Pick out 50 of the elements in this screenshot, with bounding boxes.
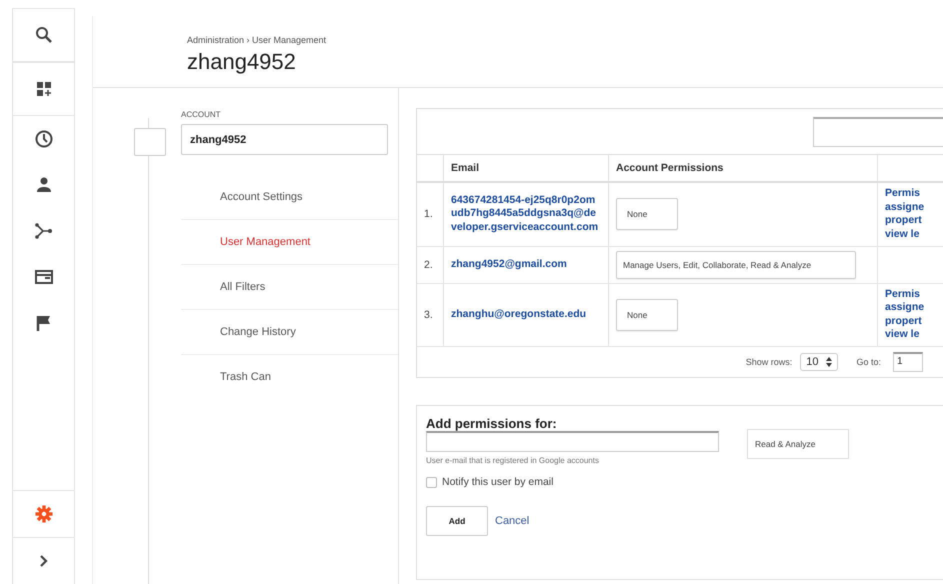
note-link[interactable]: view le <box>885 228 943 242</box>
checkbox-label: Notify this user by email <box>442 476 554 488</box>
permission-select[interactable]: Manage Users, Edit, Collaborate, Read & Analyze <box>616 250 856 279</box>
email-link[interactable]: zhang4952@gmail.com <box>444 246 608 284</box>
search-field[interactable] <box>813 116 943 146</box>
email-link[interactable]: zhanghu@oregonstate.edu <box>444 283 608 347</box>
gear-icon <box>34 504 54 524</box>
account-selector[interactable]: zhang4952 <box>181 124 388 155</box>
row-number: 3. <box>417 283 444 347</box>
email-link[interactable]: 643674281454-ej25q8r0p2omudb7hg8445a5ddgsna3q@developer.gserviceaccount.com <box>444 182 608 246</box>
note-link[interactable]: assigne <box>885 301 943 315</box>
note-link[interactable]: assigne <box>885 200 943 214</box>
cancel-link[interactable]: Cancel <box>495 515 530 528</box>
field-hint: User e-mail that is registered in Google accounts <box>426 456 600 466</box>
timeline-node <box>134 128 166 156</box>
page-field[interactable]: 1 <box>893 352 923 372</box>
permission-select[interactable]: Read & Analyze <box>747 429 849 460</box>
page-title: zhang4952 <box>187 49 297 75</box>
nav-item[interactable]: Trash Can <box>181 355 398 399</box>
email-field[interactable] <box>426 431 719 452</box>
note-link[interactable]: Permis <box>885 288 943 302</box>
column-header: Email <box>444 155 608 182</box>
nav-item[interactable]: Account Settings <box>181 175 398 220</box>
branch-icon <box>34 221 54 241</box>
permission-select[interactable]: None <box>616 298 678 331</box>
note-link[interactable]: Permis <box>885 187 943 201</box>
permission-select[interactable]: None <box>616 198 678 230</box>
checkbox[interactable] <box>426 476 437 488</box>
rows-select[interactable]: 10 <box>800 353 838 372</box>
clock-icon <box>34 129 54 149</box>
column-header: Account Permissions <box>608 155 878 182</box>
row-number: 1. <box>417 182 444 246</box>
section-title: Add permissions for: <box>426 416 558 432</box>
rail-button[interactable] <box>13 8 74 62</box>
window-icon <box>34 267 54 287</box>
nav-item[interactable]: User Management <box>181 220 398 265</box>
rail-button[interactable] <box>13 62 74 116</box>
breadcrumb: Administration › User Management <box>187 35 328 45</box>
show-rows-label: Show rows: <box>746 357 792 368</box>
note-link[interactable]: view le <box>885 328 943 342</box>
note-link[interactable]: propert <box>885 314 943 328</box>
search-icon <box>34 25 54 45</box>
stepper-icon <box>826 357 832 368</box>
goto-label: Go to: <box>856 357 881 368</box>
note-link[interactable]: propert <box>885 214 943 228</box>
nav-item[interactable]: Change History <box>181 310 398 355</box>
account-label: ACCOUNT <box>181 110 222 119</box>
nav-item[interactable]: All Filters <box>181 265 398 310</box>
row-number: 2. <box>417 246 444 284</box>
add-button[interactable]: Add <box>426 506 488 536</box>
